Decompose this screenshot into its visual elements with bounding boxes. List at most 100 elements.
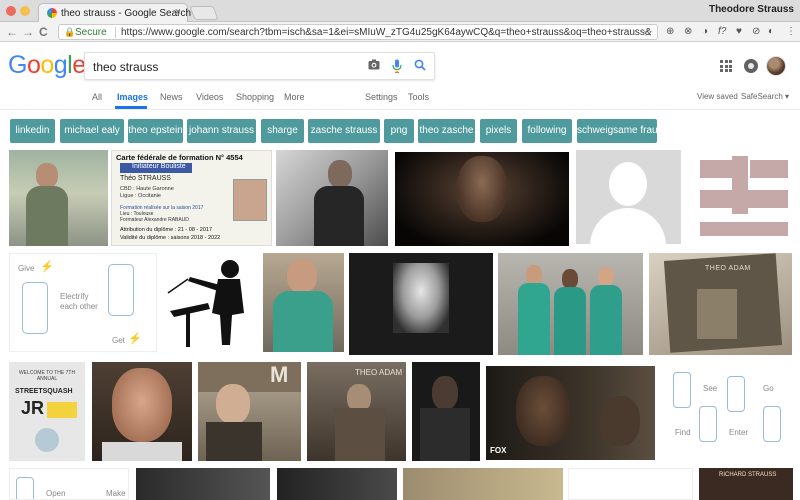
tab-news[interactable]: News	[160, 92, 183, 102]
tab-shopping[interactable]: Shopping	[236, 92, 274, 102]
poster-welcome: WELCOME TO THE 7TH ANNUAL	[18, 370, 76, 382]
avatar[interactable]	[766, 56, 786, 76]
safesearch-dropdown[interactable]: SafeSearch ▾	[741, 92, 789, 101]
image-result[interactable]	[412, 362, 480, 461]
license-subtitle: Initiateur Bouliste	[120, 163, 192, 173]
phone-outline	[16, 477, 34, 499]
extension-4-icon[interactable]: f?	[718, 26, 726, 38]
image-result[interactable]	[688, 150, 793, 246]
image-result[interactable]	[277, 468, 397, 500]
bookmark-star-icon[interactable]: ☆	[643, 26, 653, 39]
image-result[interactable]: Carte fédérale de formation N° 4554 Init…	[111, 150, 272, 246]
tab-more[interactable]: More	[284, 92, 305, 102]
app-caption-electrify: Electrify each other	[60, 292, 98, 311]
portrait-photo	[393, 263, 449, 333]
url-text[interactable]: https://www.google.com/search?tbm=isch&s…	[121, 27, 651, 38]
image-result[interactable]: THEO ADAM	[307, 362, 406, 461]
minimize-window-button[interactable]	[20, 6, 30, 16]
image-result[interactable]	[276, 150, 388, 246]
fox-watermark: FOX	[490, 446, 507, 455]
image-result[interactable]	[160, 253, 258, 352]
person-face	[516, 376, 570, 446]
poster-title: STREETSQUASH	[15, 388, 73, 395]
logo-letter: g	[53, 51, 68, 79]
license-title: Carte fédérale de formation N° 4554	[116, 153, 243, 162]
camera-icon[interactable]	[368, 59, 380, 75]
reload-icon[interactable]: C	[39, 25, 48, 39]
browser-tab[interactable]: theo strauss - Google Search ×	[38, 3, 192, 22]
image-result[interactable]: FOX	[486, 366, 655, 460]
license-attribution: Attribution du diplôme : 21 - 08 - 2017	[120, 227, 213, 233]
image-result[interactable]	[568, 468, 693, 500]
image-result[interactable]	[9, 150, 108, 246]
chip-pixels[interactable]: pixels	[480, 119, 517, 143]
microphone-icon[interactable]	[392, 59, 402, 77]
tools-link[interactable]: Tools	[408, 92, 429, 102]
person-body	[335, 408, 385, 461]
app-caption-get: Get	[112, 336, 125, 345]
extension-6-icon[interactable]: ⊘	[752, 26, 760, 38]
image-result[interactable]: Open Make	[9, 468, 129, 500]
image-result[interactable]: THEO ADAM	[649, 253, 792, 355]
app-caption-enter: Enter	[729, 428, 749, 437]
image-result[interactable]: See Go Find Enter	[667, 366, 793, 460]
image-result[interactable]: M	[198, 362, 301, 461]
browser-menu-icon[interactable]: ⋮	[786, 26, 796, 38]
chip-zasche-strauss[interactable]: zasche strauss	[308, 119, 380, 143]
image-result[interactable]	[498, 253, 643, 355]
chip-following[interactable]: following	[522, 119, 572, 143]
extension-7-icon[interactable]: ◐	[768, 26, 774, 38]
chip-schweigsame-frau[interactable]: schweigsame frau	[577, 119, 658, 143]
new-tab-button[interactable]	[189, 6, 219, 20]
image-result[interactable]	[403, 468, 563, 500]
image-result[interactable]: WELCOME TO THE 7TH ANNUAL STREETSQUASH J…	[9, 362, 85, 461]
chip-sharge[interactable]: sharge	[261, 119, 304, 143]
tab-videos[interactable]: Videos	[196, 92, 223, 102]
person-body	[554, 287, 586, 355]
chip-johann-strauss[interactable]: johann strauss	[187, 119, 256, 143]
back-icon[interactable]: ←	[6, 25, 18, 39]
phone-outline	[763, 406, 781, 442]
image-result[interactable]: RICHARD STRAUSS	[699, 468, 793, 500]
image-result[interactable]	[263, 253, 344, 352]
image-result[interactable]	[395, 152, 569, 246]
app-caption-give: Give	[18, 264, 35, 273]
search-input[interactable]	[93, 58, 353, 76]
image-result[interactable]	[92, 362, 192, 461]
person-body	[273, 291, 333, 352]
google-logo[interactable]: Google	[8, 51, 86, 80]
image-result[interactable]	[136, 468, 270, 500]
image-result[interactable]: Give ⚡ Electrify each other Get ⚡	[9, 253, 157, 352]
search-icon[interactable]	[414, 59, 426, 75]
poster-logo	[35, 428, 59, 452]
settings-link[interactable]: Settings	[365, 92, 398, 102]
tab-images[interactable]: Images	[117, 92, 148, 102]
poster-accent	[47, 402, 77, 418]
google-apps-icon[interactable]	[720, 60, 732, 72]
image-result[interactable]	[576, 150, 681, 244]
address-bar[interactable]: 🔒 Secure https://www.google.com/search?t…	[58, 24, 658, 40]
close-window-button[interactable]	[6, 6, 16, 16]
chip-png[interactable]: png	[384, 119, 414, 143]
person-shirt	[102, 442, 182, 461]
profile-name[interactable]: Theodore Strauss	[709, 4, 794, 15]
extension-1-icon[interactable]: ⊕	[666, 26, 674, 38]
lightning-icon: ⚡	[40, 261, 54, 273]
image-result[interactable]	[349, 253, 493, 355]
shape-block	[700, 190, 788, 208]
tab-all[interactable]: All	[92, 92, 102, 102]
chip-theo-epstein[interactable]: theo epstein	[128, 119, 183, 143]
tab-close-icon[interactable]: ×	[175, 6, 181, 18]
notifications-icon[interactable]	[744, 59, 758, 73]
chip-linkedin[interactable]: linkedin	[10, 119, 55, 143]
poster-letter: M	[270, 362, 289, 387]
extension-5-icon[interactable]: ♥	[736, 26, 742, 38]
tab-title: theo strauss - Google Search	[61, 8, 192, 19]
forward-icon[interactable]: →	[22, 25, 34, 39]
extension-2-icon[interactable]: ⊗	[684, 26, 692, 38]
person-head	[526, 265, 542, 285]
view-saved-link[interactable]: View saved	[697, 92, 738, 101]
chip-theo-zasche[interactable]: theo zasche	[418, 119, 475, 143]
extension-3-icon[interactable]: ◑	[702, 26, 708, 38]
chip-michael-ealy[interactable]: michael ealy	[60, 119, 124, 143]
